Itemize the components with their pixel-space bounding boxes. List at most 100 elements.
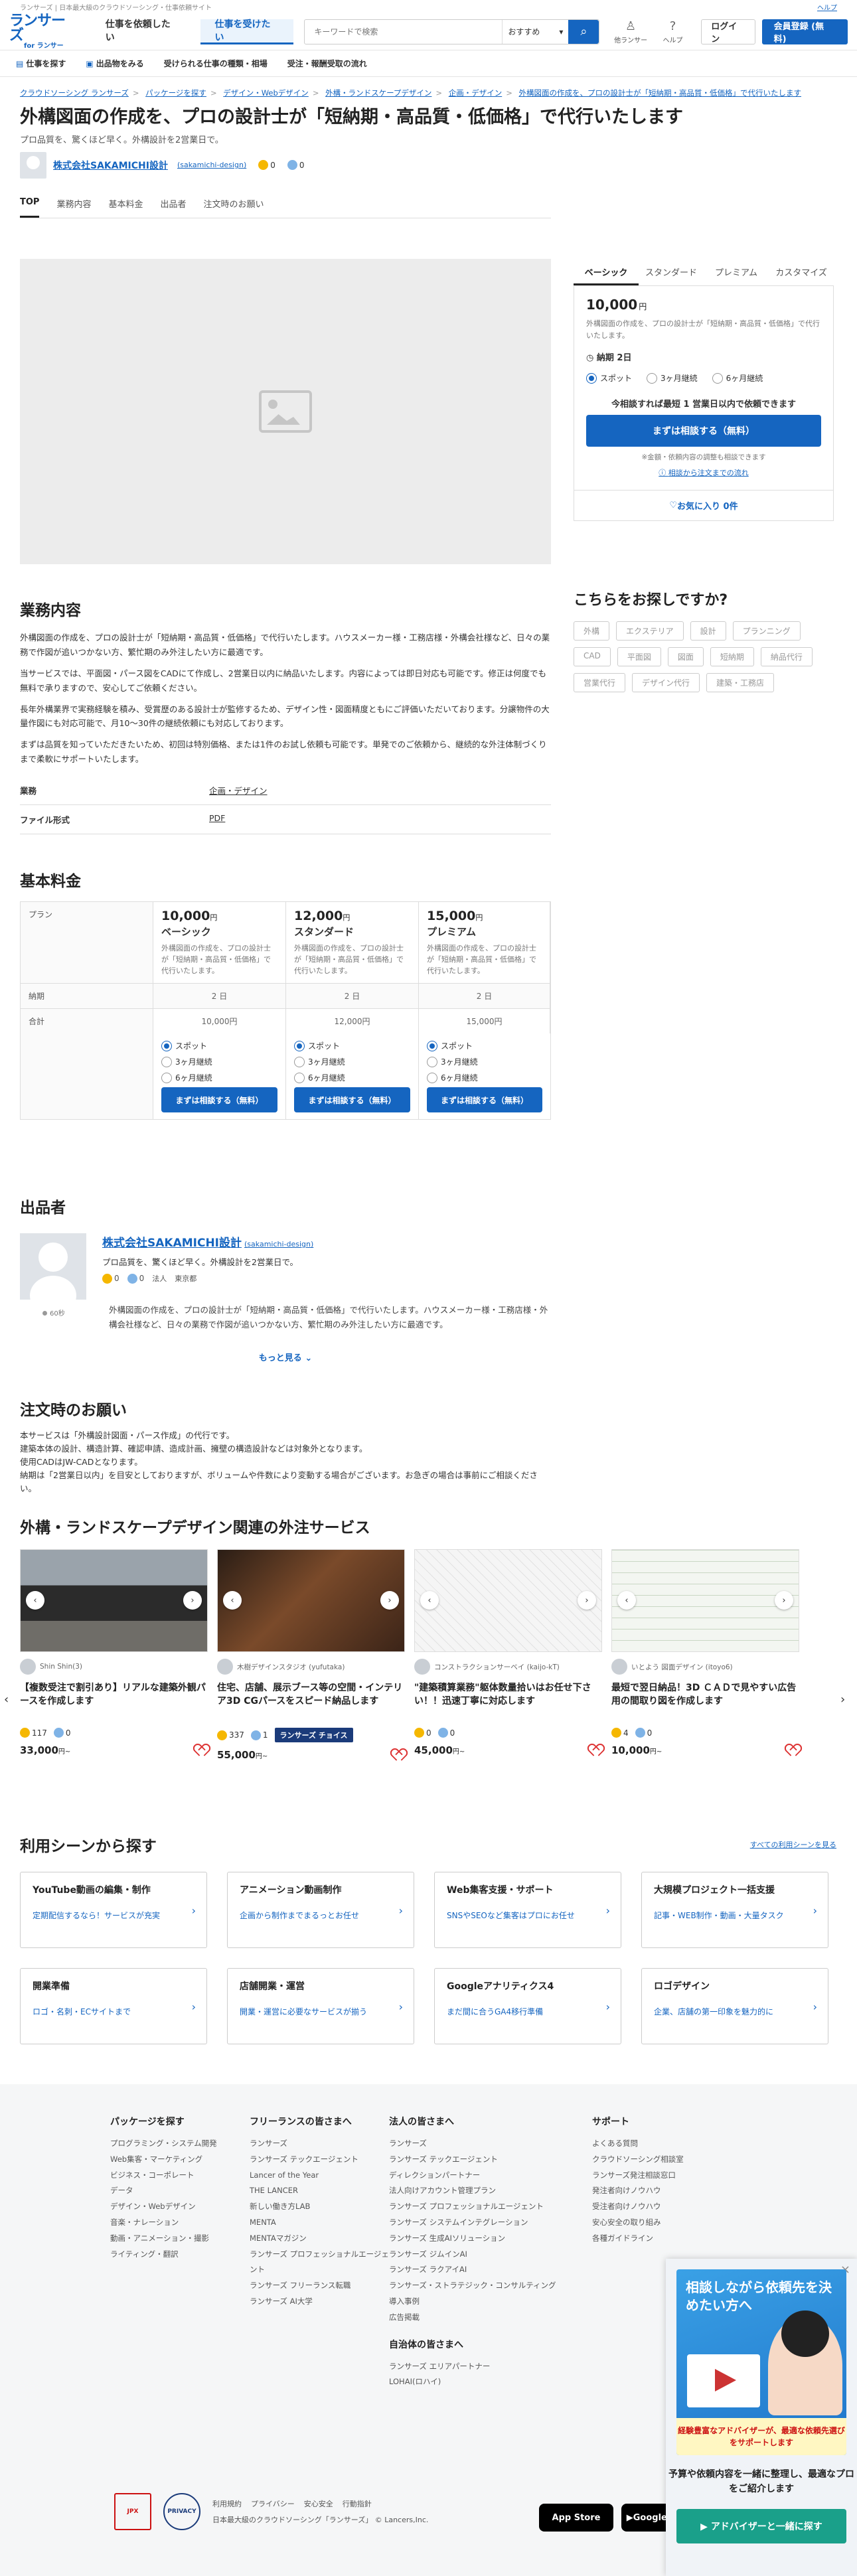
footer-link[interactable]: LOHAI(ロハイ): [389, 2374, 592, 2390]
seller-name-link[interactable]: 株式会社SAKAMICHI設計: [53, 159, 168, 172]
option-6months[interactable]: 6ヶ月継続: [161, 1072, 277, 1083]
footer-link[interactable]: クラウドソーシング相談室: [592, 2152, 732, 2168]
tag[interactable]: デザイン代行: [632, 673, 700, 692]
footer-link[interactable]: ランサーズ・ストラテジック・コンサルティング: [389, 2278, 592, 2294]
footer-link[interactable]: 法人向けアカウント管理プラン: [389, 2183, 592, 2199]
tab-pricing[interactable]: 基本料金: [108, 190, 143, 218]
footer-link[interactable]: ランサーズ: [250, 2136, 389, 2152]
sort-select[interactable]: おすすめ ▾: [502, 19, 568, 44]
heart-icon[interactable]: [787, 1745, 799, 1756]
advisor-button[interactable]: ▶ アドバイザーと一緒に探す: [676, 2508, 846, 2543]
tag[interactable]: 設計: [690, 621, 726, 641]
footer-link[interactable]: ランサーズ テックエージェント: [250, 2152, 389, 2168]
tab-top[interactable]: TOP: [20, 190, 40, 218]
login-button[interactable]: ログイン: [701, 19, 755, 44]
option-3months[interactable]: 3ヶ月継続: [294, 1056, 410, 1067]
chevron-left-icon[interactable]: ‹: [223, 1591, 242, 1610]
favorite-button[interactable]: ♡ お気に入り 0件: [574, 491, 834, 522]
seller-id[interactable]: (sakamichi-design): [177, 161, 246, 169]
footer-link[interactable]: 動画・アニメーション・撮影: [110, 2231, 250, 2247]
chevron-left-icon[interactable]: ‹: [420, 1591, 439, 1610]
footer-legal-link[interactable]: 行動指針: [343, 2498, 372, 2509]
consult-button[interactable]: まずは相談する（無料）: [161, 1087, 277, 1113]
carousel-next-icon[interactable]: ›: [840, 1693, 845, 1706]
footer-link[interactable]: ビジネス・コーポレート: [110, 2168, 250, 2184]
option-3months[interactable]: 3ヶ月継続: [647, 372, 698, 384]
tag[interactable]: プランニング: [732, 621, 801, 641]
scene-card[interactable]: 大規模プロジェクト一括支援 記事・WEB制作・動画・大量タスク ›: [641, 1872, 828, 1948]
scene-card[interactable]: アニメーション動画制作 企画から制作までまるっとお任せ ›: [227, 1872, 414, 1948]
option-3months[interactable]: 3ヶ月継続: [161, 1056, 277, 1067]
footer-legal-link[interactable]: プライバシー: [251, 2498, 295, 2509]
footer-link[interactable]: 発注者向けノウハウ: [592, 2183, 732, 2199]
tab-worker[interactable]: 仕事を受けたい: [200, 19, 294, 44]
tag[interactable]: 平面図: [617, 647, 661, 666]
option-spot[interactable]: スポット: [427, 1040, 542, 1051]
breadcrumb-item[interactable]: 外構・ランドスケープデザイン: [325, 88, 431, 98]
heart-icon[interactable]: [590, 1745, 602, 1756]
chevron-right-icon[interactable]: ›: [578, 1591, 596, 1610]
tag[interactable]: 外構: [574, 621, 610, 641]
tab-business[interactable]: 業務内容: [56, 190, 91, 218]
search-input[interactable]: [305, 19, 503, 44]
scene-card[interactable]: Googleアナリティクス4 まだ間に合うGA4移行準備 ›: [434, 1968, 621, 2044]
footer-link[interactable]: ランサーズ ジムインAI: [389, 2247, 592, 2263]
breadcrumb-item[interactable]: パッケージを探す: [145, 88, 206, 98]
scene-card[interactable]: YouTube動画の編集・制作 定期配信するなら！サービスが充実 ›: [20, 1872, 207, 1948]
consult-button[interactable]: まずは相談する（無料）: [294, 1087, 410, 1113]
attribute-value[interactable]: PDF: [209, 813, 225, 826]
service-card[interactable]: ‹ › コンストラクションサーベイ (kaijo-kT) "建築積算業務"躯体数量…: [414, 1549, 602, 1761]
footer-legal-link[interactable]: 安心安全: [304, 2498, 333, 2509]
footer-link[interactable]: ライティング・翻訳: [110, 2247, 250, 2263]
footer-link[interactable]: ランサーズ プロフェッショナルエージェント: [389, 2199, 592, 2215]
footer-link[interactable]: ランサーズ AI大学: [250, 2294, 389, 2310]
footer-link[interactable]: デザイン・Webデザイン: [110, 2199, 250, 2215]
option-spot[interactable]: スポット: [294, 1040, 410, 1051]
subnav-job-types[interactable]: 受けられる仕事の種類・相場: [164, 58, 268, 69]
footer-link[interactable]: ランサーズ: [389, 2136, 592, 2152]
app-store-button[interactable]: App Store: [539, 2504, 613, 2532]
breadcrumb-item[interactable]: クラウドソーシング ランサーズ: [20, 88, 129, 98]
tag[interactable]: CAD: [574, 647, 611, 666]
footer-link[interactable]: ランサーズ発注相談窓口: [592, 2168, 732, 2184]
footer-link[interactable]: THE LANCER: [250, 2183, 389, 2199]
help-link[interactable]: ヘルプ: [817, 2, 837, 12]
chevron-left-icon[interactable]: ‹: [26, 1591, 44, 1610]
subnav-packages[interactable]: ▣ 出品物をみる: [86, 58, 143, 69]
footer-link[interactable]: ランサーズ 生成AIソリューション: [389, 2231, 592, 2247]
chevron-left-icon[interactable]: ‹: [617, 1591, 636, 1610]
footer-link[interactable]: 各種ガイドライン: [592, 2231, 732, 2247]
option-6months[interactable]: 6ヶ月継続: [427, 1072, 542, 1083]
breadcrumb-item[interactable]: 企画・デザイン: [449, 88, 503, 98]
chevron-right-icon[interactable]: ›: [775, 1591, 793, 1610]
tab-order-notes[interactable]: 注文時のお願い: [204, 190, 264, 218]
option-3months[interactable]: 3ヶ月継続: [427, 1056, 542, 1067]
logo[interactable]: ランサーズ for ランサー: [9, 13, 78, 50]
tag[interactable]: 図面: [667, 647, 704, 666]
show-more-button[interactable]: もっと見る ⌄: [20, 1351, 551, 1363]
plan-tab-custom[interactable]: カスタマイズ: [769, 260, 834, 285]
footer-link[interactable]: 受注者向けノウハウ: [592, 2199, 732, 2215]
footer-link[interactable]: ランサーズ エリアパートナー: [389, 2359, 592, 2375]
footer-link[interactable]: ランサーズ フリーランス転職: [250, 2278, 389, 2294]
breadcrumb-item[interactable]: デザイン・Webデザイン: [223, 88, 309, 98]
footer-legal-link[interactable]: 利用規約: [212, 2498, 242, 2509]
scene-card[interactable]: Web集客支援・サポート SNSやSEOなど集客はプロにお任せ ›: [434, 1872, 621, 1948]
consult-button[interactable]: まずは相談する（無料）: [427, 1087, 542, 1113]
heart-icon[interactable]: [393, 1750, 405, 1760]
advisor-banner[interactable]: 相談しながら依頼先を決めたい方へ 経験豊富なアドバイザーが、最適な依頼先選びをサ…: [676, 2269, 846, 2455]
carousel-prev-icon[interactable]: ‹: [4, 1693, 9, 1706]
option-6months[interactable]: 6ヶ月継続: [712, 372, 763, 384]
chevron-right-icon[interactable]: ›: [183, 1591, 202, 1610]
signup-button[interactable]: 会員登録 (無料): [761, 19, 848, 44]
plan-tab-premium[interactable]: プレミアム: [704, 260, 769, 285]
service-card[interactable]: ‹ › いとよう 図面デザイン (itoyo6) 最短で翌日納品！3D ＣＡＤで見…: [611, 1549, 799, 1761]
subnav-find-jobs[interactable]: ▤ 仕事を探す: [16, 58, 66, 69]
footer-link[interactable]: MENTA: [250, 2215, 389, 2231]
tag[interactable]: 営業代行: [574, 673, 626, 692]
subnav-flow[interactable]: 受注・報酬受取の流れ: [287, 58, 367, 69]
scene-card[interactable]: ロゴデザイン 企業、店舗の第一印象を魅力的に ›: [641, 1968, 828, 2044]
consult-button[interactable]: まずは相談する（無料）: [586, 415, 821, 447]
tag[interactable]: エクステリア: [616, 621, 684, 641]
footer-link[interactable]: 音楽・ナレーション: [110, 2215, 250, 2231]
